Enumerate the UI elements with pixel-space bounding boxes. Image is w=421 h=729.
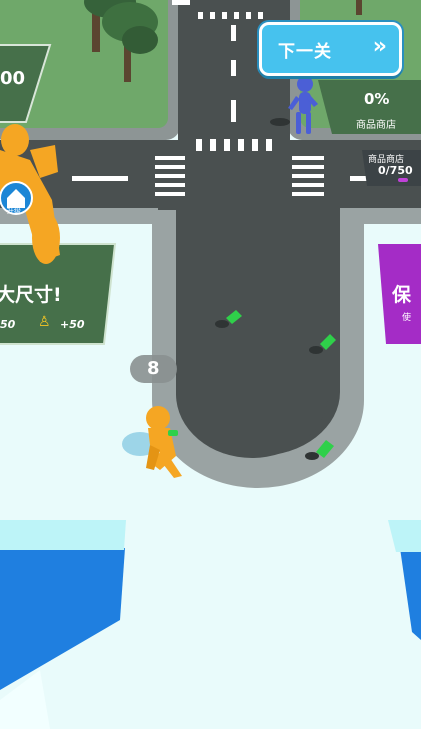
shop-title: 商品商店 — [356, 120, 396, 131]
left-panel-stat-a: 50 — [0, 318, 16, 331]
next-level-button[interactable]: 下一关 » — [259, 22, 402, 76]
shop-sign-progress: 0/750 — [378, 164, 413, 177]
next-level-label: 下一关 — [278, 42, 332, 62]
carry-count: 8 — [147, 358, 160, 379]
right-panel-text: 保 — [392, 284, 412, 306]
left-panel-stat-b: +50 — [60, 318, 85, 331]
size-up-icon: ♙ — [38, 314, 51, 330]
game-scene — [0, 0, 421, 729]
shop-percent: 0% — [364, 90, 390, 108]
left-counter: 00 — [0, 68, 26, 89]
left-panel-text: 大尺寸! — [0, 284, 62, 306]
double-chevron-right-icon: » — [372, 34, 387, 59]
right-panel-subtext: 使 — [402, 313, 412, 323]
house-badge-label: 升级 — [7, 207, 21, 215]
